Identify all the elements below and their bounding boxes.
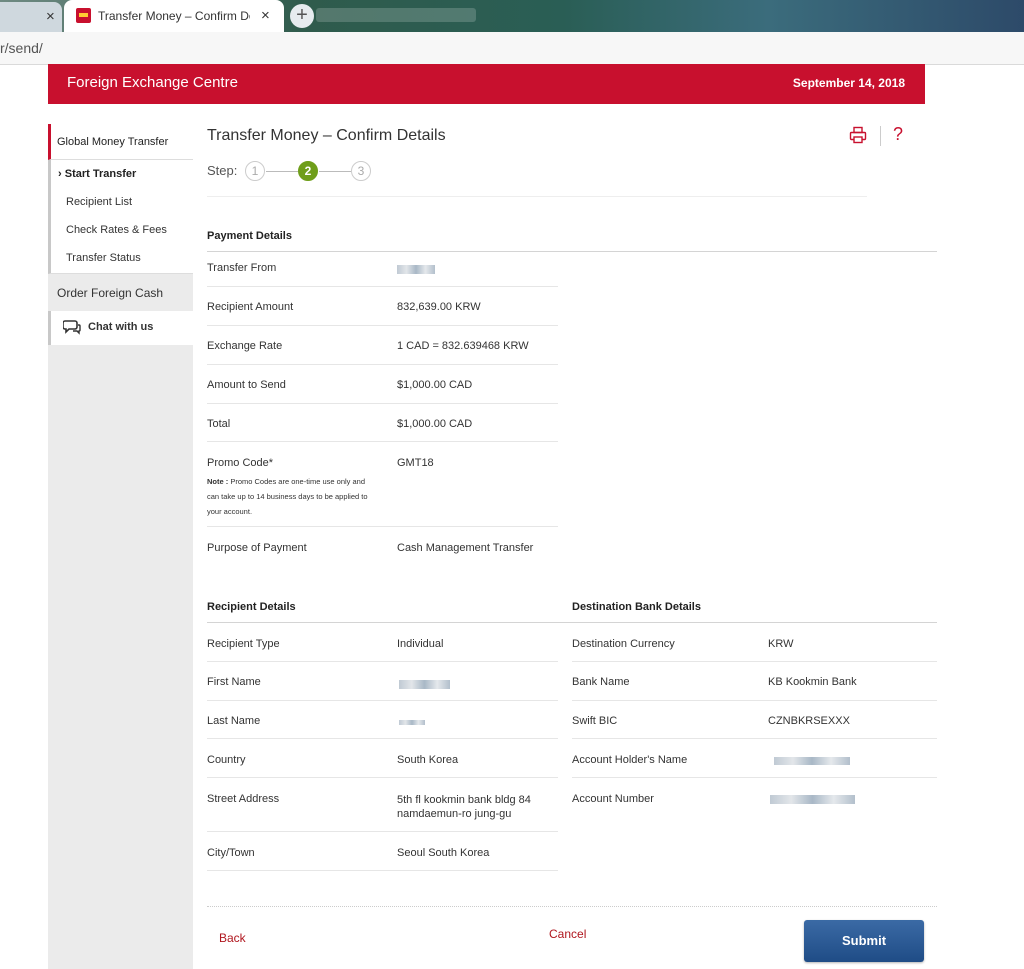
row-divider [572, 661, 937, 662]
payment-divider [207, 251, 937, 252]
recipient-divider [207, 622, 937, 623]
recipient-amount-label: Recipient Amount [207, 301, 294, 313]
browser-tab-previous[interactable]: × [0, 2, 62, 32]
total-label: Total [207, 418, 231, 430]
page-header: Foreign Exchange Centre September 14, 20… [48, 64, 925, 104]
destination-currency-value: KRW [768, 638, 794, 650]
first-name-label: First Name [207, 676, 261, 688]
street-address-value: 5th fl kookmin bank bldg 84 namdaemun-ro… [397, 794, 531, 820]
row-divider [207, 325, 558, 326]
chevron-right-icon: › [58, 168, 62, 180]
recipient-type-label: Recipient Type [207, 638, 280, 650]
header-date: September 14, 2018 [792, 76, 905, 90]
exchange-rate-value: 1 CAD = 832.639468 KRW [397, 340, 529, 352]
title-divider [207, 196, 867, 197]
close-tab-icon[interactable]: × [46, 8, 55, 25]
transfer-from-label: Transfer From [207, 262, 277, 274]
destination-currency-label: Destination Currency [572, 638, 675, 650]
promo-code-label: Promo Code* [207, 457, 274, 469]
step-connector [266, 171, 298, 172]
row-divider [207, 700, 558, 701]
recipient-type-value: Individual [397, 638, 444, 650]
bank-name-label: Bank Name [572, 676, 630, 688]
amount-to-send-label: Amount to Send [207, 379, 286, 391]
amount-to-send-value: $1,000.00 CAD [397, 379, 473, 391]
country-value: South Korea [397, 754, 459, 766]
total-value: $1,000.00 CAD [397, 418, 473, 430]
sidebar-item-order-foreign-cash[interactable]: Order Foreign Cash [57, 286, 163, 300]
step-3: 3 [351, 161, 371, 181]
row-divider [207, 661, 558, 662]
account-holder-label: Account Holder's Name [572, 754, 688, 766]
swift-value: CZNBKRSEXXX [768, 715, 850, 727]
brand-title: Foreign Exchange Centre [67, 74, 238, 91]
redacted-first-name [399, 680, 450, 689]
swift-label: Swift BIC [572, 715, 618, 727]
row-divider [207, 738, 558, 739]
sidebar-item-check-rates[interactable]: Check Rates & Fees [66, 224, 167, 236]
print-icon[interactable] [849, 126, 867, 144]
row-divider [207, 286, 558, 287]
tab-title: Transfer Money – Confirm Details [98, 9, 250, 23]
redacted-account-number [770, 795, 855, 804]
browser-tab-active[interactable]: Transfer Money – Confirm Details × [64, 0, 284, 32]
chat-label: Chat with us [88, 321, 154, 333]
step-connector [319, 171, 351, 172]
purpose-label: Purpose of Payment [207, 542, 307, 554]
chat-with-us-button[interactable]: Chat with us [48, 311, 193, 345]
sidebar-item-recipient-list[interactable]: Recipient List [66, 196, 132, 208]
row-divider [207, 364, 558, 365]
step-2-current: 2 [298, 161, 318, 181]
recipient-amount-value: 832,639.00 KRW [397, 301, 481, 313]
sidebar-item-label: Global Money Transfer [57, 136, 169, 148]
redacted-account [397, 265, 435, 274]
promo-code-value: GMT18 [397, 457, 434, 469]
back-link[interactable]: Back [219, 931, 246, 945]
exchange-rate-label: Exchange Rate [207, 340, 283, 352]
row-divider [572, 738, 937, 739]
promo-note: Note : Promo Codes are one-time use only… [207, 477, 368, 516]
blurred-tab[interactable] [316, 8, 476, 22]
sidebar-item-transfer-status[interactable]: Transfer Status [66, 252, 141, 264]
purpose-value: Cash Management Transfer [397, 542, 534, 554]
footer-divider [207, 906, 937, 907]
bank-favicon-icon [76, 8, 91, 23]
payment-details-title: Payment Details [207, 230, 292, 242]
page-title: Transfer Money – Confirm Details [207, 127, 446, 144]
row-divider [572, 777, 937, 778]
redacted-account-holder [774, 757, 850, 765]
row-divider [207, 870, 558, 871]
row-divider [207, 403, 558, 404]
url-text: r/send/ [0, 40, 43, 56]
account-number-label: Account Number [572, 793, 654, 805]
close-tab-icon[interactable]: × [261, 7, 270, 24]
address-bar[interactable]: r/send/ [0, 32, 1024, 65]
cancel-link[interactable]: Cancel [549, 927, 586, 941]
destination-bank-title: Destination Bank Details [572, 601, 701, 613]
last-name-label: Last Name [207, 715, 261, 727]
city-label: City/Town [207, 847, 255, 859]
sidebar-submenu: › Start Transfer Recipient List Check Ra… [48, 160, 193, 274]
sidebar-item-start-transfer[interactable]: › Start Transfer [58, 168, 136, 180]
street-address-label: Street Address [207, 793, 280, 805]
bank-name-value: KB Kookmin Bank [768, 676, 857, 688]
submit-button[interactable]: Submit [804, 920, 924, 962]
city-value: Seoul South Korea [397, 847, 490, 859]
row-divider [207, 441, 558, 442]
row-divider [207, 526, 558, 527]
recipient-details-title: Recipient Details [207, 601, 296, 613]
sidebar-item-global-money-transfer[interactable]: Global Money Transfer [48, 124, 193, 160]
step-1: 1 [245, 161, 265, 181]
help-icon[interactable]: ? [893, 124, 903, 145]
row-divider [207, 777, 558, 778]
toolbar-divider [880, 126, 881, 146]
new-tab-button[interactable]: + [290, 4, 314, 28]
country-label: Country [207, 754, 246, 766]
row-divider [572, 700, 937, 701]
chat-bubble-icon [63, 320, 81, 335]
redacted-last-name [399, 720, 425, 725]
row-divider [207, 831, 558, 832]
step-label: Step: [207, 163, 238, 178]
